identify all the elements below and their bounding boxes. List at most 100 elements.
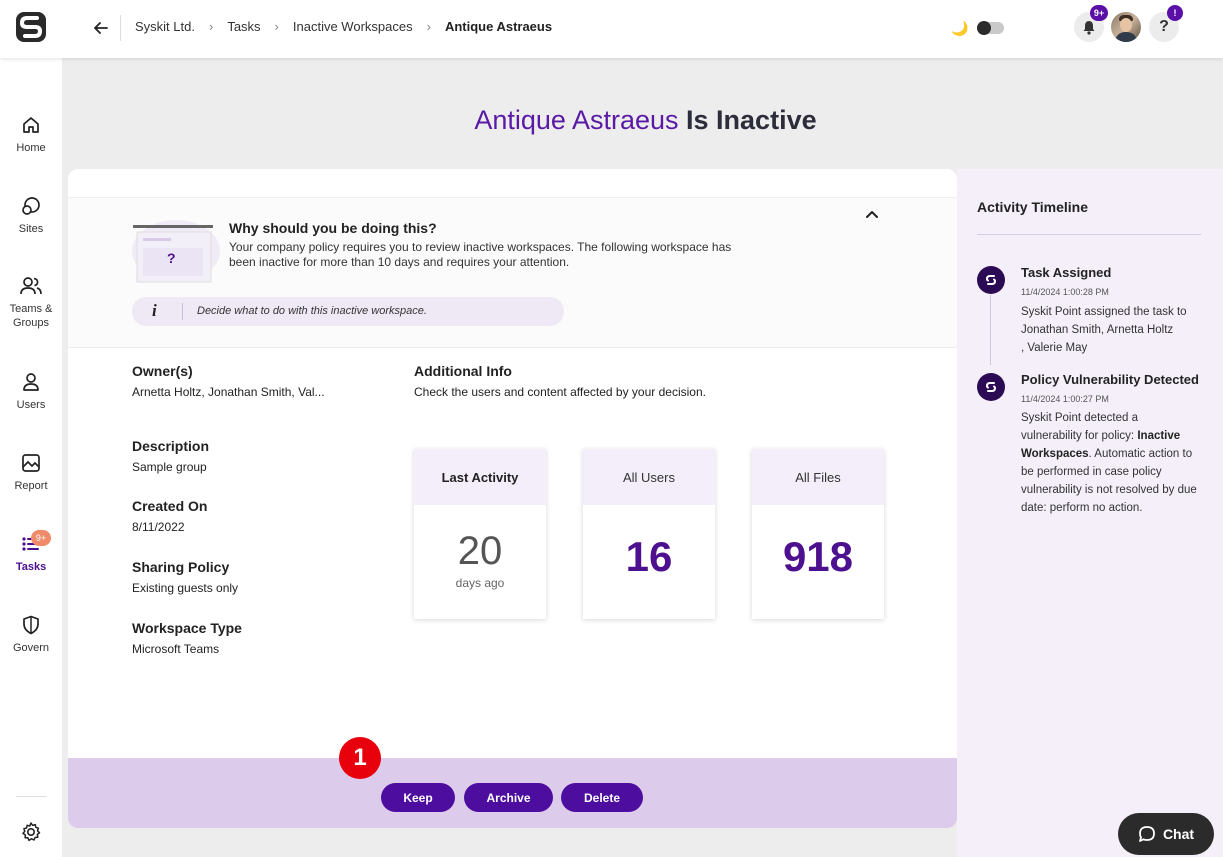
gear-icon (22, 822, 41, 842)
avatar-shirt (1115, 32, 1137, 42)
event-time: 11/4/2024 1:00:27 PM (1021, 394, 1109, 404)
settings-button[interactable] (20, 821, 42, 848)
nav-item-users[interactable]: Users (0, 372, 62, 412)
nav-divider (16, 796, 46, 797)
owners-label: Owner(s) (132, 363, 193, 379)
stat-value: 20 (457, 529, 503, 573)
task-card: ? Why should you be doing this? Your com… (68, 169, 957, 828)
created-value: 8/11/2022 (132, 520, 185, 534)
breadcrumb-item-syskit[interactable]: Syskit Ltd. (135, 19, 195, 34)
title-suffix: Is Inactive (686, 105, 817, 135)
stat-all-users[interactable]: All Users 16 (583, 449, 715, 619)
nav-item-sites[interactable]: Sites (0, 196, 62, 236)
nav-item-home[interactable]: Home (0, 115, 62, 155)
chevron-right-icon: › (426, 19, 431, 34)
event-title: Task Assigned (1021, 265, 1112, 280)
event-text: Syskit Point assigned the task to Jonath… (1021, 306, 1187, 354)
syskit-logo[interactable] (14, 10, 48, 44)
keep-button[interactable]: Keep (381, 783, 455, 812)
archive-button[interactable]: Archive (464, 783, 553, 812)
breadcrumb-current: Antique Astraeus (444, 19, 553, 34)
event-text: Syskit Point detected a vulnerability fo… (1021, 409, 1201, 517)
avatar[interactable] (1111, 12, 1141, 42)
delete-button[interactable]: Delete (561, 783, 643, 812)
stat-all-files[interactable]: All Files 918 (752, 449, 884, 619)
syskit-event-icon (977, 266, 1005, 294)
nav-label: Tasks (15, 561, 47, 573)
action-bar: Keep Archive Delete (68, 758, 957, 828)
assignee: Jonathan Smith (1021, 324, 1101, 336)
help-icon: ? (1159, 18, 1169, 35)
notifications-badge: 9+ (1090, 5, 1108, 21)
tasks-badge: 9+ (31, 530, 51, 546)
workspace-name: Antique Astraeus (474, 105, 679, 135)
additional-info-subtitle: Check the users and content affected by … (414, 385, 706, 399)
stat-value: 16 (625, 533, 673, 580)
shield-icon (23, 615, 39, 635)
workspace-type-label: Workspace Type (132, 620, 242, 636)
timeline-connector (990, 295, 991, 365)
chevron-right-icon: › (274, 19, 279, 34)
sharing-value: Existing guests only (132, 581, 239, 595)
why-text: Your company policy requires you to revi… (229, 240, 732, 269)
description-value: Sample group (132, 460, 207, 474)
workspace-type-value: Microsoft Teams (132, 642, 220, 656)
report-icon (22, 454, 40, 472)
why-section: ? Why should you be doing this? Your com… (68, 197, 957, 348)
nav-item-govern[interactable]: Govern (0, 615, 62, 655)
illustration-question-mark: ? (167, 250, 176, 266)
timeline-title: Activity Timeline (977, 199, 1089, 215)
nav-label: Govern (12, 642, 50, 654)
left-nav: Home Sites Teams & Groups Users Report 9… (0, 58, 62, 857)
nav-label: Users (16, 399, 46, 411)
moon-icon: 🌙 (951, 20, 969, 36)
divider (120, 15, 121, 41)
owners-value: Arnetta Holtz, Jonathan Smith, Val... (132, 385, 325, 399)
syskit-event-icon (977, 373, 1005, 401)
stat-last-activity[interactable]: Last Activity 20 days ago (414, 449, 546, 619)
assignee: Valerie May (1027, 342, 1088, 354)
event-text-part: Syskit Point detected a vulnerability fo… (1021, 412, 1138, 442)
nav-item-report[interactable]: Report (0, 453, 62, 493)
home-icon (23, 117, 39, 133)
avatar-face (1120, 18, 1132, 32)
sites-icon (22, 197, 40, 215)
chat-label: Chat (1162, 826, 1195, 842)
breadcrumb-item-tasks[interactable]: Tasks (227, 19, 260, 34)
nav-item-tasks[interactable]: 9+ Tasks (0, 530, 62, 574)
nav-label: Home (16, 142, 46, 154)
help-badge: ! (1167, 5, 1183, 21)
top-bar: Syskit Ltd. › Tasks › Inactive Workspace… (0, 0, 1223, 58)
chevron-up-icon[interactable] (863, 206, 881, 224)
nav-label: Teams & Groups (9, 303, 53, 329)
pill-divider (182, 303, 183, 320)
chevron-right-icon: › (208, 19, 214, 34)
info-icon: i (152, 301, 157, 320)
chat-button[interactable]: Chat (1118, 813, 1214, 855)
event-title: Policy Vulnerability Detected (1021, 372, 1199, 387)
toggle-knob (977, 21, 991, 35)
nav-label: Report (14, 480, 48, 492)
event-text-part: Syskit Point assigned the task to (1021, 306, 1187, 318)
illustration: ? (131, 218, 221, 283)
breadcrumb: Syskit Ltd. › Tasks › Inactive Workspace… (135, 19, 552, 34)
stat-unit: days ago (455, 576, 505, 590)
breadcrumb-item-inactive-workspaces[interactable]: Inactive Workspaces (293, 19, 413, 34)
chat-bubble-icon (1139, 826, 1155, 842)
event-time: 11/4/2024 1:00:28 PM (1021, 287, 1109, 297)
timeline-divider (977, 234, 1201, 235)
back-arrow-icon[interactable] (90, 17, 112, 39)
created-label: Created On (132, 498, 208, 514)
stat-label: Last Activity (414, 449, 546, 505)
why-title: Why should you be doing this? (229, 220, 437, 236)
page-title: Antique Astraeus Is Inactive (68, 105, 1223, 136)
nav-label: Sites (18, 223, 44, 235)
activity-timeline: Activity Timeline Task Assigned 11/4/202… (957, 169, 1223, 857)
dark-mode-toggle[interactable] (977, 21, 1004, 35)
stat-label: All Users (583, 449, 715, 505)
step-marker: 1 (339, 737, 381, 779)
hint-text: Decide what to do with this inactive wor… (197, 305, 427, 317)
sharing-label: Sharing Policy (132, 559, 230, 575)
additional-info-title: Additional Info (414, 363, 512, 379)
nav-item-teams-groups[interactable]: Teams & Groups (0, 276, 62, 330)
